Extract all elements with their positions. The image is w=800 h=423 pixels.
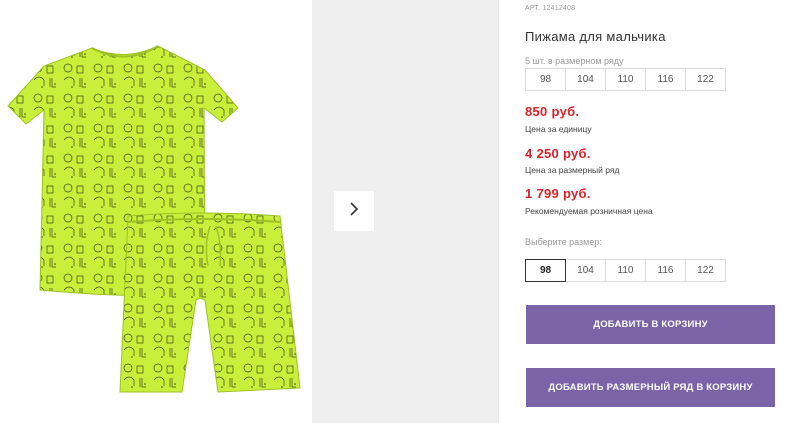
size-select-label: Выберите размер: bbox=[525, 237, 602, 247]
product-image bbox=[0, 0, 312, 423]
product-title: Пижама для мальчика bbox=[525, 29, 666, 44]
size-row-price-label: Цена за размерный ряд bbox=[525, 165, 620, 175]
size-row-item: 98 bbox=[525, 68, 566, 91]
product-sku: АРТ. 12412408 bbox=[525, 5, 576, 12]
unit-price-label: Цена за единицу bbox=[525, 124, 592, 134]
product-details: АРТ. 12412408 Пижама для мальчика 5 шт. … bbox=[525, 0, 785, 423]
pajama-illustration bbox=[7, 45, 301, 393]
retail-price: 1 799 руб. bbox=[525, 186, 591, 201]
panel-divider bbox=[498, 0, 499, 423]
retail-price-label: Рекомендуемая розничная цена bbox=[525, 206, 653, 216]
add-to-cart-button[interactable]: ДОБАВИТЬ В КОРЗИНУ bbox=[526, 305, 775, 344]
size-row-item: 104 bbox=[565, 68, 606, 91]
gallery-next-button[interactable] bbox=[334, 191, 374, 231]
size-selector: 98 104 110 116 122 bbox=[525, 259, 726, 282]
size-option-110[interactable]: 110 bbox=[605, 259, 646, 282]
size-option-104[interactable]: 104 bbox=[565, 259, 606, 282]
add-size-row-to-cart-button[interactable]: ДОБАВИТЬ РАЗМЕРНЫЙ РЯД В КОРЗИНУ bbox=[526, 368, 775, 407]
size-row-item: 122 bbox=[685, 68, 726, 91]
size-row-item: 116 bbox=[645, 68, 686, 91]
size-option-98[interactable]: 98 bbox=[525, 259, 566, 282]
size-option-116[interactable]: 116 bbox=[645, 259, 686, 282]
size-option-122[interactable]: 122 bbox=[685, 259, 726, 282]
size-row-price: 4 250 руб. bbox=[525, 146, 591, 161]
chevron-right-icon bbox=[348, 201, 360, 222]
pack-note: 5 шт. в размерном ряду bbox=[525, 56, 624, 66]
unit-price: 850 руб. bbox=[525, 104, 580, 119]
size-row-item: 110 bbox=[605, 68, 646, 91]
size-row-list: 98 104 110 116 122 bbox=[525, 68, 726, 91]
